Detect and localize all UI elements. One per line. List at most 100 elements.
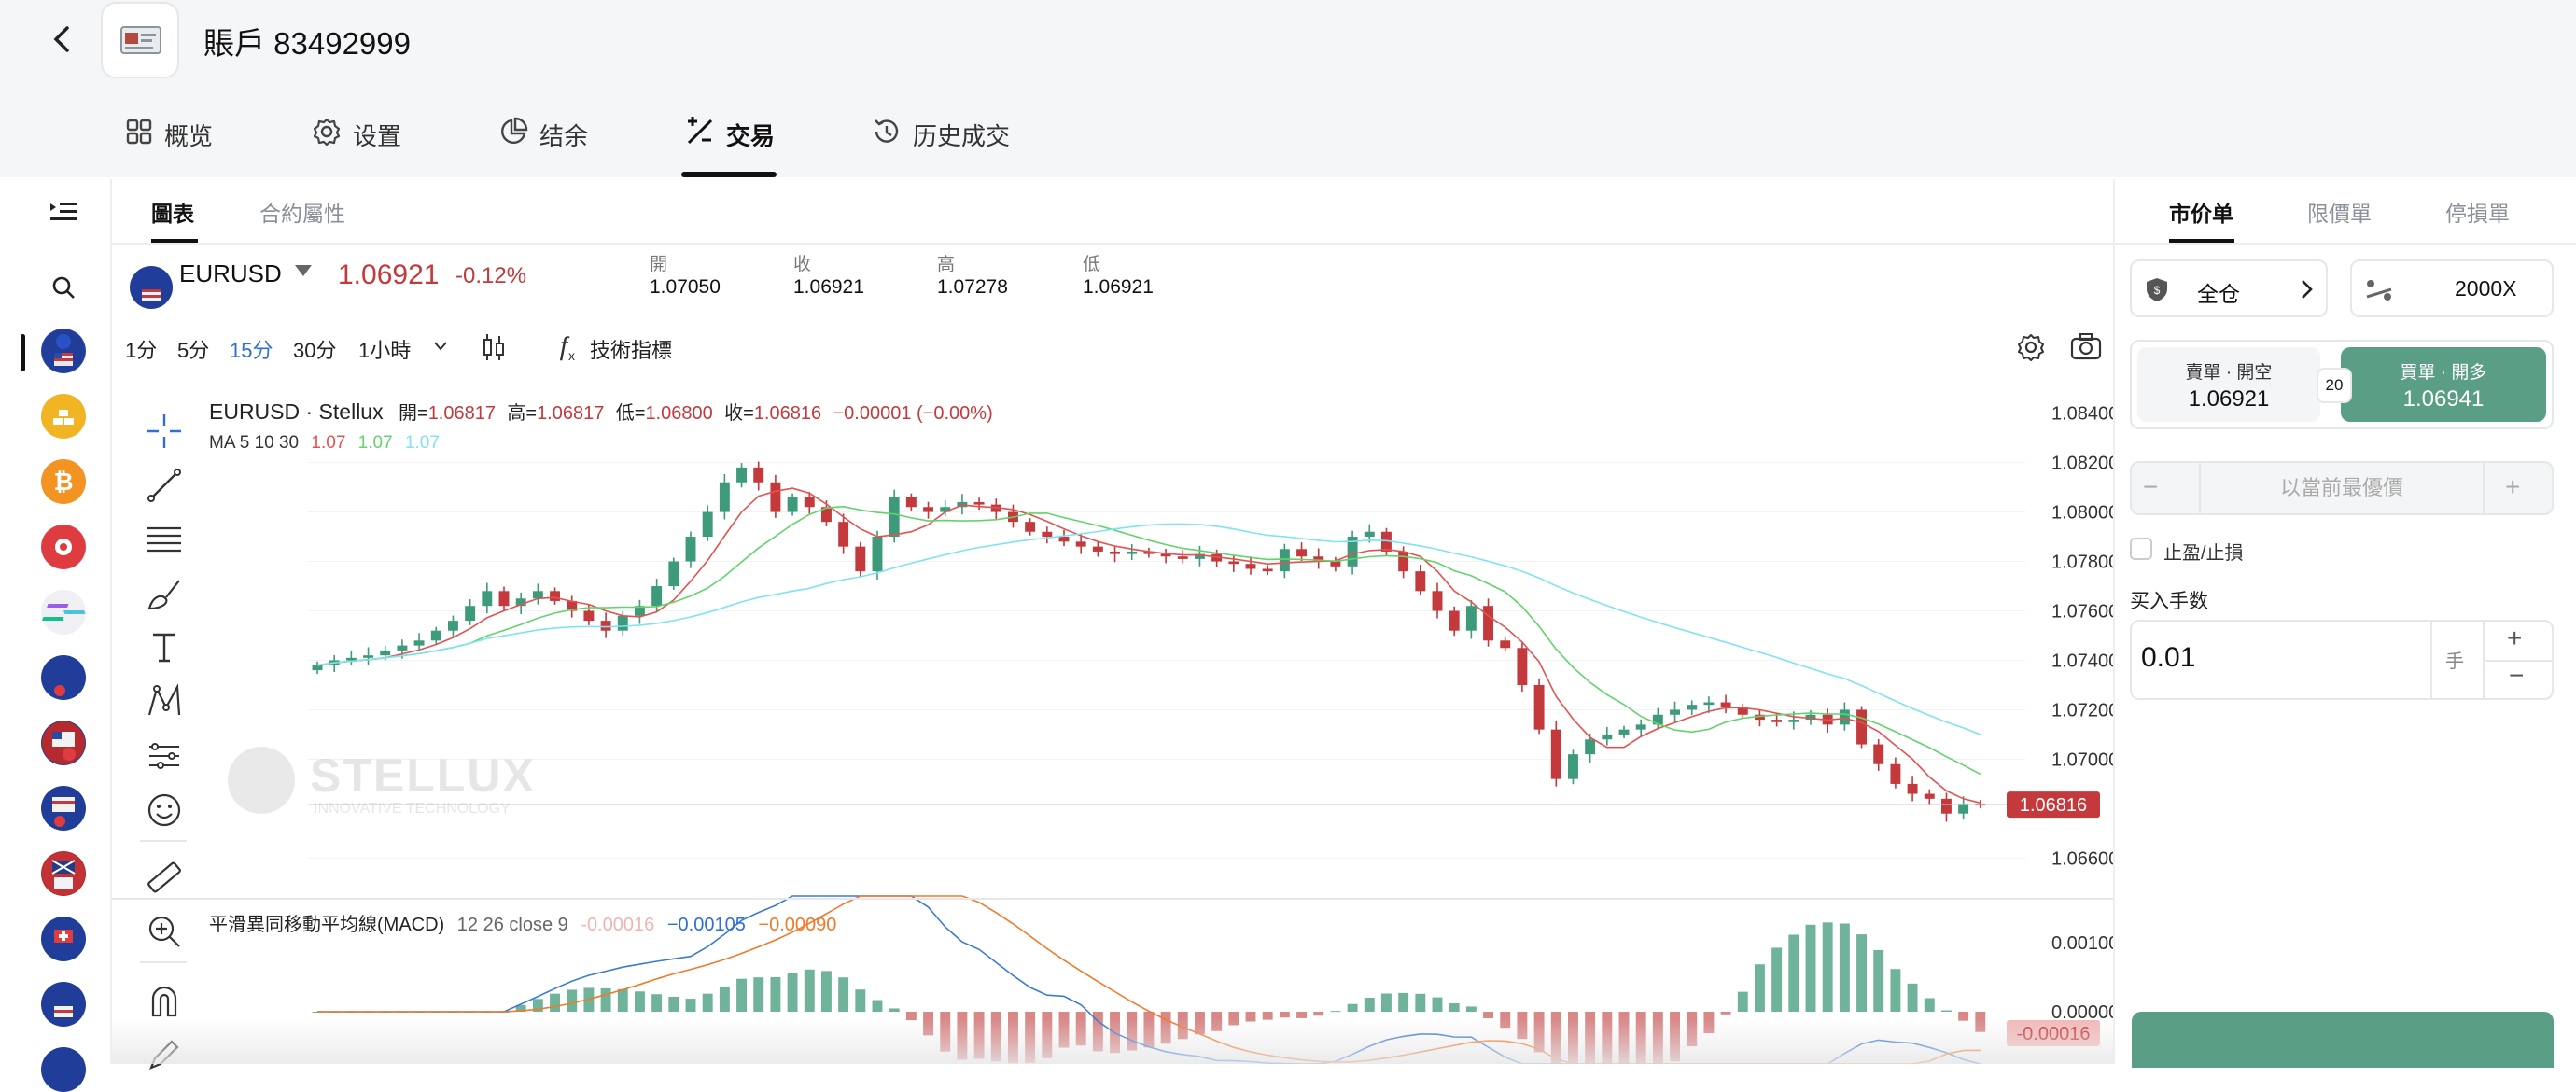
submit-order-button[interactable] xyxy=(2132,1012,2554,1068)
collapse-menu-icon[interactable] xyxy=(49,200,78,231)
candle-body xyxy=(1364,531,1375,538)
lots-input[interactable]: 0.01 xyxy=(2141,642,2195,674)
price-chart[interactable]: 1.08400 1.08200 1.08000 1.07800 1.07600 1.074… xyxy=(196,373,2115,1064)
tab-balance[interactable]: 结余 xyxy=(498,116,588,153)
order-type-tabs: 市价单 限價單 停損單 xyxy=(2115,179,2576,245)
fib-lines-icon[interactable] xyxy=(146,521,183,563)
bitcoin-icon[interactable]: ₿ xyxy=(41,459,86,504)
tab-history[interactable]: 历史成交 xyxy=(872,116,1010,153)
candle-body xyxy=(1296,549,1307,557)
solana-icon[interactable] xyxy=(41,590,86,635)
sell-button[interactable]: 賣單 · 開空 1.06921 xyxy=(2137,347,2320,422)
search-icon[interactable] xyxy=(50,274,77,305)
tab-market-order[interactable]: 市价单 xyxy=(2169,196,2233,228)
interval-1h[interactable]: 1小時 xyxy=(358,334,411,364)
function-fx-icon[interactable]: ƒx xyxy=(554,330,581,367)
macd-histogram-bar xyxy=(1279,1012,1290,1018)
macd-histogram-bar xyxy=(736,978,747,1012)
chevron-down-icon[interactable] xyxy=(433,340,448,357)
candle-body xyxy=(1042,531,1053,538)
audusd-flag-icon[interactable] xyxy=(41,982,86,1027)
leverage-selector[interactable]: 2000X xyxy=(2350,259,2554,317)
candle-body xyxy=(1618,729,1630,735)
legend-title: EURUSD · Stellux xyxy=(209,399,384,424)
interval-5m[interactable]: 5分 xyxy=(177,334,209,364)
selected-indicator xyxy=(21,334,25,371)
interval-15m[interactable]: 15分 xyxy=(230,334,273,364)
buy-button[interactable]: 買單 · 開多 1.06941 xyxy=(2341,347,2546,422)
zoom-in-icon[interactable] xyxy=(146,913,183,955)
tab-contract-properties[interactable]: 合約屬性 xyxy=(259,196,345,228)
back-chevron-icon[interactable] xyxy=(43,21,80,58)
eurusd-flag-icon[interactable] xyxy=(41,329,86,373)
minus-button[interactable]: − xyxy=(2143,472,2158,502)
tab-chart[interactable]: 圖表 xyxy=(151,196,194,228)
tab-trade[interactable]: 交易 xyxy=(685,116,775,153)
crosshair-icon[interactable] xyxy=(146,413,183,455)
macd-axis-label: 0.00100 xyxy=(2051,933,2115,954)
price-axis-label: 1.08000 xyxy=(2051,503,2115,524)
plus-button[interactable]: + xyxy=(2505,472,2520,502)
candle-body xyxy=(498,591,510,607)
forecast-icon[interactable] xyxy=(146,737,183,779)
candle-body xyxy=(923,507,933,512)
candle-body xyxy=(804,497,815,508)
tab-settings[interactable]: 设置 xyxy=(312,116,401,153)
tab-limit-order[interactable]: 限價單 xyxy=(2307,196,2372,228)
interval-30m[interactable]: 30分 xyxy=(293,334,336,364)
candle-body xyxy=(1924,793,1935,799)
legend-change: −0.00001 (−0.00%) xyxy=(833,403,993,424)
candle-body xyxy=(1517,648,1528,685)
eu-flag-icon[interactable] xyxy=(41,655,86,700)
indicators-button[interactable]: 技術指標 xyxy=(590,334,672,364)
eurusd-flag-icon xyxy=(129,265,174,315)
tab-overview[interactable]: 概览 xyxy=(125,116,213,153)
candle-body xyxy=(1465,606,1477,631)
candle-body xyxy=(532,591,543,599)
pattern-icon[interactable] xyxy=(146,683,183,725)
macd-histogram-bar xyxy=(719,986,730,1012)
usdchf-flag-icon[interactable] xyxy=(41,917,86,961)
brush-icon[interactable] xyxy=(146,575,183,617)
candle-body xyxy=(617,615,628,631)
lots-minus-button[interactable]: − xyxy=(2509,661,2524,691)
macd-histogram-bar xyxy=(1907,983,1918,1012)
interval-1m[interactable]: 1分 xyxy=(125,334,157,364)
margin-mode-selector[interactable]: $ 全仓 xyxy=(2130,259,2328,317)
gbpusd-flag-icon[interactable] xyxy=(41,851,86,896)
hongkong-icon[interactable] xyxy=(41,525,86,569)
tab-label: 历史成交 xyxy=(913,121,1011,150)
macd-histogram-bar xyxy=(1465,1006,1477,1012)
nzdusd-flag-icon[interactable] xyxy=(41,1047,86,1092)
candle-body xyxy=(1075,541,1086,547)
price-input[interactable]: 以當前最優價 xyxy=(2199,463,2485,513)
candle-body xyxy=(1856,709,1867,745)
trendline-icon[interactable] xyxy=(146,467,183,509)
gold-icon[interactable] xyxy=(41,394,86,439)
ruler-icon[interactable] xyxy=(146,859,183,901)
tab-stop-order[interactable]: 停損單 xyxy=(2445,196,2510,228)
candle-body xyxy=(1058,537,1070,542)
magnet-icon[interactable] xyxy=(146,982,183,1024)
candle-body xyxy=(430,630,441,641)
caret-down-icon[interactable] xyxy=(295,265,312,283)
text-tool-icon[interactable] xyxy=(146,629,183,671)
macd-histogram-bar xyxy=(770,976,781,1012)
usd-hkd-flag-icon[interactable] xyxy=(41,721,86,765)
chart-settings-gear-icon[interactable] xyxy=(2016,332,2046,367)
lots-plus-button[interactable]: + xyxy=(2507,623,2522,653)
side-selector: 賣單 · 開空 1.06921 20 買單 · 開多 1.06941 xyxy=(2130,340,2554,429)
macd-histogram-bar xyxy=(1347,1003,1358,1012)
candle-body xyxy=(465,606,476,622)
price-axis-label: 1.08200 xyxy=(2051,454,2115,474)
stat-value: 1.06921 xyxy=(793,276,864,298)
usd-flag-icon[interactable] xyxy=(41,786,86,831)
candle-body xyxy=(345,657,357,661)
candle-type-icon[interactable] xyxy=(482,332,506,367)
candle-body xyxy=(770,482,781,512)
tpsl-checkbox[interactable] xyxy=(2130,538,2152,560)
emoji-icon[interactable] xyxy=(146,791,183,833)
candle-body xyxy=(363,655,373,658)
camera-icon[interactable] xyxy=(2070,332,2102,365)
symbol-name[interactable]: EURUSD xyxy=(179,259,282,288)
